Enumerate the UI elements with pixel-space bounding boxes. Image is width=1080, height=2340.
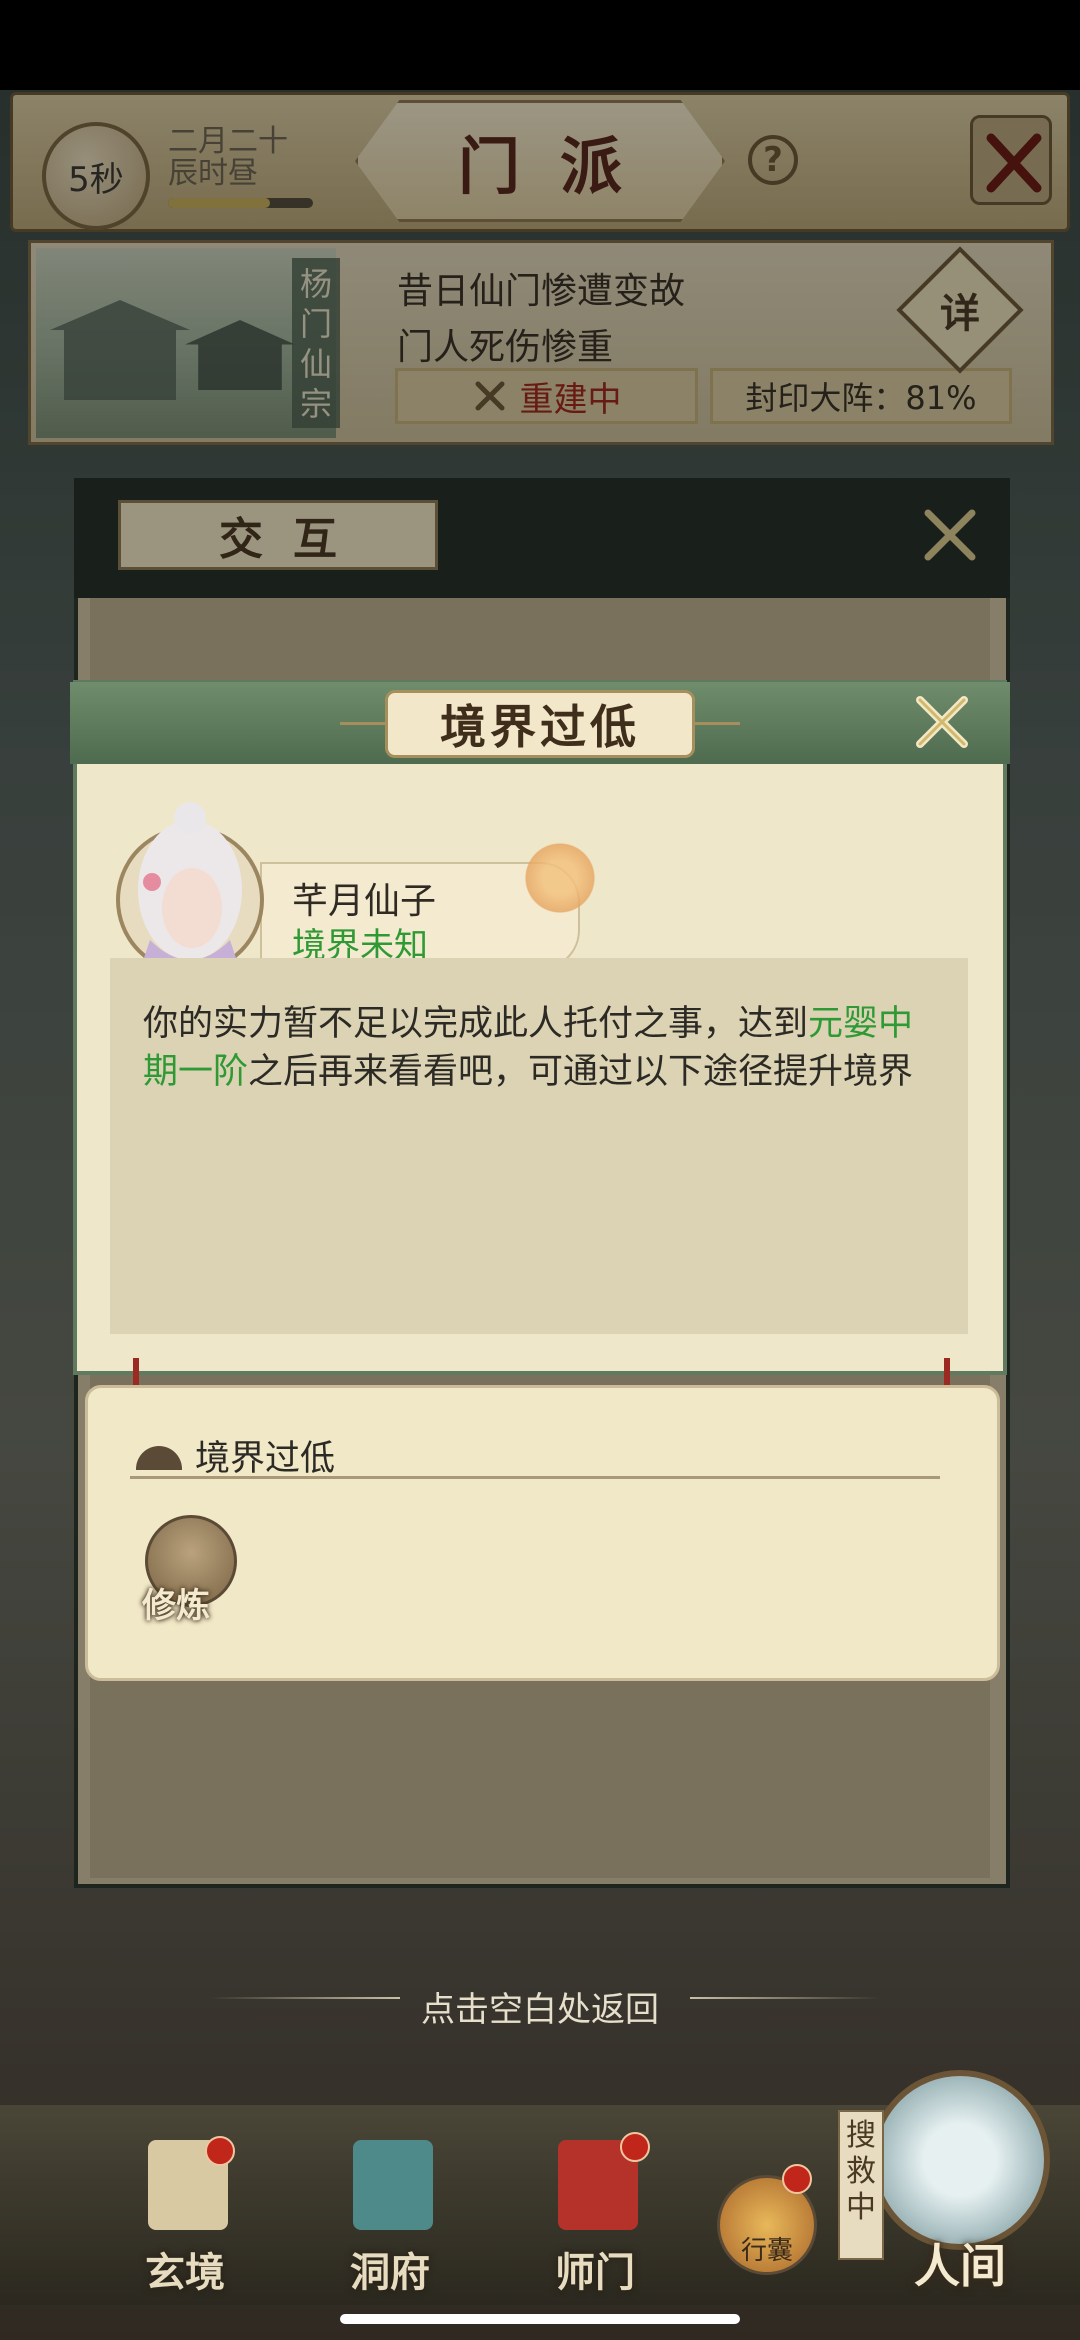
rescue-status-tag: 搜救中	[838, 2110, 884, 2260]
nav-item-xuanjing[interactable]: 玄境	[110, 2130, 260, 2300]
improve-realm-title: 境界过低	[195, 1439, 336, 1479]
close-icon	[916, 696, 968, 748]
npc-name: 芊月仙子	[292, 881, 437, 922]
home-indicator[interactable]	[340, 2314, 740, 2324]
nav-item-world[interactable]: 人间	[860, 2060, 1060, 2300]
notification-badge	[205, 2136, 235, 2166]
notification-badge	[782, 2164, 812, 2194]
message-part-1: 你的实力暂不足以完成此人托付之事，达到	[143, 1004, 809, 1044]
nav-label: 玄境	[145, 2250, 225, 2296]
message-part-2: 之后再来看看吧，可通过以下途径提升境界	[248, 1052, 914, 1092]
inventory-bag-button[interactable]: 行囊	[712, 2164, 822, 2280]
dialog-title: 境界过低	[440, 700, 640, 754]
tap-to-return-hint: 点击空白处返回	[421, 1990, 659, 2030]
world-label: 人间	[914, 2239, 1006, 2293]
nav-label: 师门	[555, 2250, 635, 2296]
cultivate-label[interactable]: 修炼	[142, 1578, 210, 1627]
world-emblem-icon	[870, 2070, 1050, 2250]
message-text: 你的实力暂不足以完成此人托付之事，达到元婴中期一阶之后再来看看吧，可通过以下途径…	[143, 1000, 943, 1096]
nav-item-dongfu[interactable]: 洞府	[315, 2130, 465, 2300]
divider	[130, 1476, 940, 1479]
npc-avatar	[110, 790, 270, 980]
pavilion-icon	[353, 2140, 433, 2230]
title-ornament-left	[340, 722, 385, 725]
fan-ornament	[520, 838, 600, 918]
nav-item-shimen[interactable]: 师门	[520, 2130, 670, 2300]
dialog-close-button[interactable]	[912, 692, 972, 752]
bag-label: 行囊	[740, 2236, 793, 2266]
dialog-title-plate: 境界过低	[385, 690, 695, 758]
notification-badge	[620, 2132, 650, 2162]
title-ornament-right	[695, 722, 740, 725]
nav-label: 洞府	[350, 2250, 430, 2296]
